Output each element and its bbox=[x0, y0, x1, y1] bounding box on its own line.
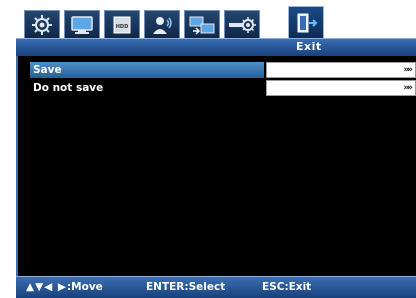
tab-display[interactable] bbox=[64, 10, 100, 38]
help-bar: ▲▼◀ ▶:Move ENTER:Select ESC:Exit bbox=[16, 276, 416, 298]
menu-item-value-box[interactable]: »» bbox=[266, 80, 416, 96]
dvr-exit-screen: HDD Exit Save »» Do not save »» ▲▼◀ ▶:Mo… bbox=[0, 0, 416, 298]
advanced-settings-icon bbox=[229, 16, 256, 33]
tab-exit[interactable] bbox=[288, 6, 324, 38]
tab-general[interactable] bbox=[24, 10, 60, 38]
tab-network[interactable] bbox=[184, 10, 220, 38]
monitor-icon bbox=[71, 15, 93, 34]
menu-item-do-not-save[interactable]: Do not save »» bbox=[30, 80, 416, 96]
exit-door-icon bbox=[297, 13, 318, 32]
double-arrow-right-icon: »» bbox=[403, 83, 413, 93]
tab-advanced[interactable] bbox=[224, 10, 260, 38]
tab-hdd[interactable]: HDD bbox=[104, 10, 140, 38]
hdd-icon: HDD bbox=[113, 16, 131, 33]
network-icon bbox=[189, 16, 215, 35]
menu-item-label: Do not save bbox=[33, 82, 104, 94]
menu-item-save[interactable]: Save »» bbox=[30, 62, 416, 78]
hdd-icon-label: HDD bbox=[116, 24, 129, 30]
double-arrow-right-icon: »» bbox=[403, 65, 413, 75]
tab-users[interactable] bbox=[144, 10, 180, 38]
exit-hint: ESC:Exit bbox=[262, 281, 312, 293]
move-hint: ▲▼◀ ▶:Move bbox=[26, 281, 103, 293]
menu-item-label: Save bbox=[30, 62, 264, 78]
tab-bar: HDD bbox=[0, 0, 416, 38]
gear-icon bbox=[32, 14, 52, 35]
user-icon bbox=[153, 16, 172, 34]
select-hint: ENTER:Select bbox=[146, 281, 226, 293]
menu-item-value-box[interactable]: »» bbox=[266, 62, 416, 78]
menu-panel: Save »» Do not save »» bbox=[16, 56, 416, 276]
title-band: Exit bbox=[16, 38, 416, 56]
arrow-keys-icon: ▲▼◀ ▶ bbox=[26, 281, 67, 293]
page-title: Exit bbox=[296, 40, 322, 53]
move-hint-label: :Move bbox=[66, 281, 103, 293]
